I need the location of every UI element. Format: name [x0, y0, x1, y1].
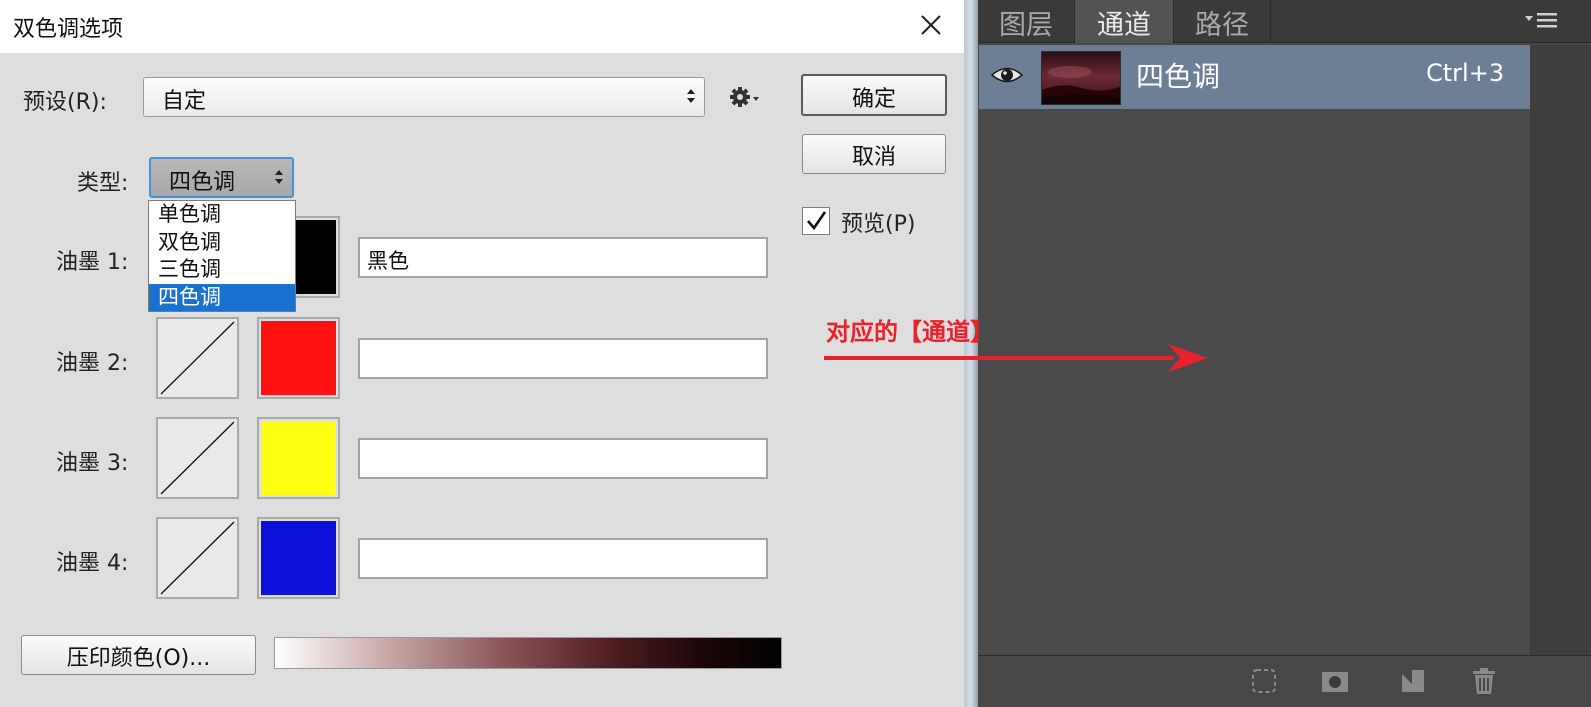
- preview-checkbox[interactable]: [802, 207, 830, 235]
- ink-3-name-field[interactable]: [358, 438, 768, 479]
- ink-4-name-field[interactable]: [358, 538, 768, 579]
- cancel-button[interactable]: 取消: [802, 134, 946, 174]
- preview-label: 预览(P): [841, 212, 916, 237]
- ink-4-label: 油墨 4:: [56, 551, 129, 576]
- ink-4-color-fill: [261, 521, 336, 595]
- select-arrows-icon: [275, 170, 283, 184]
- curve-icon: [160, 321, 235, 395]
- visibility-eye-icon[interactable]: [989, 60, 1025, 90]
- ink-2-curve[interactable]: [156, 317, 239, 399]
- preset-value: 自定: [162, 89, 207, 114]
- type-option-tritone[interactable]: 三色调: [149, 256, 295, 284]
- tab-paths[interactable]: 路径: [1174, 0, 1270, 43]
- checkmark-icon: [807, 211, 827, 231]
- ink-3-color-swatch[interactable]: [257, 417, 340, 499]
- duotone-gradient-bar: [274, 637, 782, 669]
- channel-thumbnail: [1041, 51, 1121, 105]
- load-selection-icon[interactable]: [1249, 666, 1279, 696]
- panel-menu-button[interactable]: [1521, 10, 1561, 32]
- tab-divider: [1270, 0, 1271, 43]
- save-selection-icon[interactable]: [1320, 666, 1350, 696]
- select-arrows-icon: [687, 89, 695, 103]
- curve-icon: [160, 421, 235, 495]
- type-value: 四色调: [169, 170, 236, 195]
- duotone-options-dialog: 双色调选项 预设(R): 自定 类型: 四色调 单色调 双色调 三色调 四色调 …: [0, 0, 964, 707]
- ink-3-curve[interactable]: [156, 417, 239, 499]
- ink-2-color-fill: [261, 321, 336, 395]
- ink-4-color-swatch[interactable]: [257, 517, 340, 599]
- type-dropdown-list: 单色调 双色调 三色调 四色调: [148, 200, 296, 312]
- ink-2-label: 油墨 2:: [56, 351, 129, 376]
- gear-icon: [730, 87, 759, 107]
- type-option-monotone[interactable]: 单色调: [149, 201, 295, 229]
- channel-row-quadtone[interactable]: 四色调 Ctrl+3: [979, 45, 1530, 109]
- ink-2-name-field[interactable]: [358, 338, 768, 379]
- type-option-quadtone[interactable]: 四色调: [149, 283, 295, 311]
- panel-footer: [978, 655, 1591, 707]
- panel-menu-icon: [1525, 13, 1557, 28]
- ink-1-name-field[interactable]: 黑色: [358, 237, 768, 278]
- type-label: 类型:: [77, 171, 129, 196]
- channel-name: 四色调: [1136, 60, 1221, 93]
- preset-label: 预设(R):: [23, 90, 107, 115]
- type-option-duotone[interactable]: 双色调: [149, 229, 295, 257]
- close-button[interactable]: [912, 8, 950, 44]
- preset-options-button[interactable]: [728, 84, 764, 110]
- curve-icon: [160, 521, 235, 595]
- ink-1-label: 油墨 1:: [56, 250, 129, 275]
- annotation-arrow-icon: [824, 344, 1208, 372]
- dialog-title: 双色调选项: [13, 17, 124, 42]
- dialog-titlebar: 双色调选项: [0, 0, 964, 53]
- ink-2-color-swatch[interactable]: [257, 317, 340, 399]
- close-icon: [921, 15, 941, 35]
- overprint-colors-button[interactable]: 压印颜色(O)...: [21, 635, 256, 675]
- delete-channel-icon[interactable]: [1469, 666, 1499, 696]
- panel-scrollbar[interactable]: [1530, 45, 1591, 655]
- ink-3-label: 油墨 3:: [56, 451, 129, 476]
- channels-list-area: [979, 109, 1530, 655]
- preset-select[interactable]: 自定: [143, 77, 705, 117]
- ink-3-color-fill: [261, 421, 336, 495]
- tab-channels[interactable]: 通道: [1075, 0, 1173, 43]
- tab-layers[interactable]: 图层: [978, 0, 1074, 43]
- ok-button[interactable]: 确定: [801, 74, 947, 116]
- panel-tab-bar: 图层 通道 路径: [978, 0, 1591, 43]
- ink-4-curve[interactable]: [156, 517, 239, 599]
- channel-shortcut: Ctrl+3: [1426, 59, 1505, 87]
- type-select[interactable]: 四色调: [149, 157, 294, 198]
- new-channel-icon[interactable]: [1398, 666, 1428, 696]
